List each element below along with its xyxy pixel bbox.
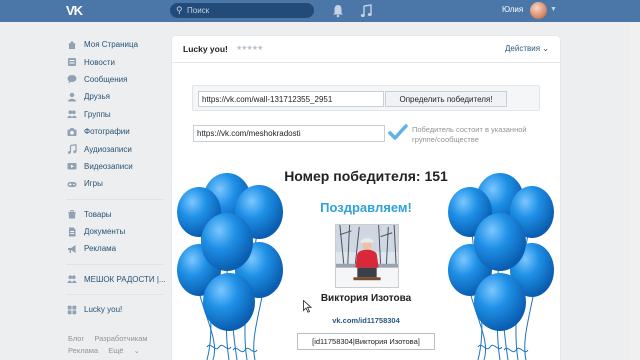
sidebar-item-messages[interactable]: Сообщения: [66, 71, 172, 88]
search-box[interactable]: ⚲: [170, 3, 314, 18]
sidebar-item-app[interactable]: Lucky you!: [66, 301, 172, 318]
ads-icon: [66, 244, 77, 254]
sidebar-item-label: Сообщения: [84, 74, 128, 84]
sidebar-item-label: Группы: [84, 109, 111, 119]
sidebar-item-label: Моя Страница: [84, 40, 139, 50]
sidebar-item-label: Новости: [84, 57, 115, 67]
chevron-down-icon: ⌄: [542, 44, 549, 53]
app-panel: Lucky you! ★★★★★ Действия ⌄ Определить п…: [172, 36, 560, 360]
sidebar-footer: Блог Разработчикам Реклама Ещё ⌄: [68, 333, 156, 357]
documents-icon: [66, 227, 77, 237]
sidebar: Моя Страница Новости Сообщения Друзья Гр…: [66, 36, 172, 318]
congrats-heading: Поздравляем!: [320, 200, 412, 215]
home-icon: [66, 40, 77, 50]
sidebar-item-label: Видеозаписи: [84, 161, 133, 171]
sidebar-item-games[interactable]: Игры: [66, 175, 172, 192]
sidebar-item-label: Lucky you!: [84, 305, 123, 315]
footer-link-blog[interactable]: Блог: [68, 334, 84, 343]
sidebar-item-news[interactable]: Новости: [66, 53, 172, 70]
chevron-down-icon: ⌄: [133, 346, 140, 355]
music-icon[interactable]: [360, 4, 372, 18]
app-title: Lucky you!: [183, 44, 228, 54]
sidebar-item-label: Документы: [84, 227, 126, 237]
sidebar-divider: [66, 198, 164, 200]
music-icon: [66, 144, 77, 154]
avatar[interactable]: [530, 2, 547, 19]
top-bar: VK ⚲ Юлия ▼: [0, 0, 640, 22]
determine-winner-button[interactable]: Определить победителя!: [385, 91, 507, 107]
group-url-input[interactable]: [193, 125, 385, 142]
sidebar-item-label: Фотографии: [84, 127, 130, 137]
community-icon: [66, 274, 77, 284]
vk-logo[interactable]: VK: [66, 3, 88, 18]
sidebar-item-photos[interactable]: Фотографии: [66, 123, 172, 140]
actions-menu[interactable]: Действия ⌄: [505, 44, 549, 53]
winner-photo[interactable]: [335, 224, 399, 288]
sidebar-item-label: Реклама: [84, 244, 117, 254]
sidebar-divider: [66, 294, 164, 296]
condition-text: Победитель состоит в указанной группе/со…: [412, 125, 527, 144]
sidebar-item-audio[interactable]: Аудиозаписи: [66, 140, 172, 157]
footer-link-developers[interactable]: Разработчикам: [94, 334, 147, 343]
sidebar-item-friends[interactable]: Друзья: [66, 88, 172, 105]
sidebar-item-label: Друзья: [84, 92, 110, 102]
footer-link-ads[interactable]: Реклама: [68, 346, 98, 355]
user-name[interactable]: Юлия: [502, 5, 523, 14]
footer-more-label: Ещё: [108, 346, 124, 355]
sidebar-item-label: МЕШОК РАДОСТИ |...: [84, 274, 166, 284]
search-icon: ⚲: [176, 5, 183, 15]
post-url-input[interactable]: [198, 91, 384, 107]
post-url-row: Определить победителя!: [192, 85, 540, 111]
sidebar-item-groups[interactable]: Группы: [66, 106, 172, 123]
mouse-cursor-icon: [303, 300, 312, 313]
video-icon: [66, 161, 77, 171]
camera-icon: [66, 127, 77, 137]
sidebar-item-ads[interactable]: Реклама: [66, 240, 172, 257]
groups-icon: [66, 109, 77, 119]
rating-stars: ★★★★★: [236, 45, 263, 52]
app-header: Lucky you! ★★★★★ Действия ⌄: [172, 36, 560, 63]
sidebar-item-video[interactable]: Видеозаписи: [66, 158, 172, 175]
bell-icon[interactable]: [332, 4, 344, 18]
search-input[interactable]: [187, 4, 307, 17]
sidebar-item-label: Аудиозаписи: [84, 144, 132, 154]
sidebar-item-label: Игры: [84, 179, 103, 189]
sidebar-item-label: Товары: [84, 209, 112, 219]
messages-icon: [66, 74, 77, 84]
sidebar-item-my-page[interactable]: Моя Страница: [66, 36, 172, 53]
winner-name: Виктория Изотова: [320, 293, 412, 304]
sidebar-divider: [66, 263, 164, 265]
winner-mention-code[interactable]: [id11758304|Виктория Изотова]: [297, 333, 435, 350]
games-icon: [66, 179, 77, 189]
goods-icon: [66, 209, 77, 219]
sidebar-item-community[interactable]: МЕШОК РАДОСТИ |...: [66, 271, 172, 288]
actions-label: Действия: [505, 44, 541, 53]
app-icon: [66, 305, 77, 315]
sidebar-item-goods[interactable]: Товары: [66, 206, 172, 223]
winner-profile-link[interactable]: vk.com/id11758304: [172, 316, 560, 325]
footer-link-more[interactable]: Ещё ⌄: [108, 346, 148, 355]
chevron-down-icon[interactable]: ▼: [550, 6, 557, 13]
winner-number: Номер победителя: 151: [284, 168, 448, 184]
sidebar-item-documents[interactable]: Документы: [66, 223, 172, 240]
friends-icon: [66, 92, 77, 102]
checkmark-icon[interactable]: [388, 124, 408, 142]
page-scrollbar[interactable]: [630, 22, 640, 360]
news-icon: [66, 57, 77, 67]
